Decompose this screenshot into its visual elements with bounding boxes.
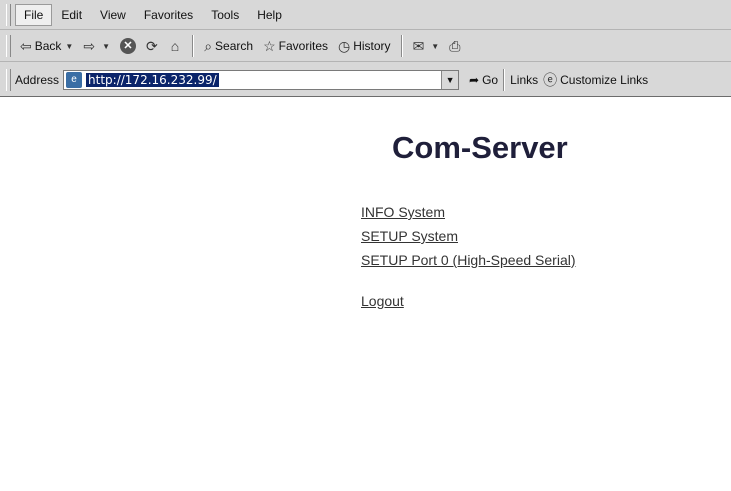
menu-edit[interactable]: Edit	[52, 5, 91, 25]
history-icon: ◷	[338, 38, 351, 54]
home-button[interactable]: ⌂	[166, 34, 187, 58]
info-system-link[interactable]: INFO System	[361, 200, 576, 224]
search-button[interactable]: ⌕ Search	[199, 34, 258, 58]
go-arrow-icon: ➦	[469, 72, 480, 87]
page-content: Com-Server INFO System SETUP System SETU…	[0, 98, 731, 491]
chevron-down-icon[interactable]: ▼	[431, 42, 439, 51]
menu-view[interactable]: View	[91, 5, 135, 25]
back-arrow-icon: ⇦	[20, 38, 32, 54]
home-icon: ⌂	[170, 38, 180, 54]
back-label: Back	[34, 39, 62, 53]
menu-file[interactable]: File	[15, 3, 53, 26]
customize-links-button[interactable]: ⓔ Customize Links	[538, 68, 653, 92]
page-icon: e	[66, 71, 83, 88]
go-button[interactable]: ➦ Go	[469, 73, 498, 87]
favorites-label: Favorites	[278, 39, 328, 53]
toolbar-grip[interactable]	[6, 68, 11, 91]
refresh-icon: ⟳	[146, 38, 158, 54]
links-label[interactable]: Links	[510, 73, 538, 87]
mail-button[interactable]: ✉ ▼	[408, 34, 445, 58]
address-dropdown-icon[interactable]: ▼	[441, 70, 459, 89]
menu-bar: File Edit View Favorites Tools Help	[0, 0, 731, 30]
history-label: History	[353, 39, 391, 53]
menu-favorites[interactable]: Favorites	[135, 5, 202, 25]
search-icon: ⌕	[204, 38, 213, 54]
forward-arrow-icon: ⇨	[83, 38, 96, 54]
address-input[interactable]: e http://172.16.232.99/ ▼	[63, 69, 460, 90]
address-label: Address	[15, 72, 60, 87]
history-button[interactable]: ◷ History	[333, 34, 396, 58]
address-url[interactable]: http://172.16.232.99/	[86, 72, 219, 87]
mail-icon: ✉	[412, 38, 425, 54]
page-title: Com-Server	[392, 130, 568, 165]
menu-help[interactable]: Help	[248, 5, 291, 25]
toolbar-separator	[400, 35, 403, 57]
toolbar-separator	[503, 68, 506, 91]
browser-chrome: File Edit View Favorites Tools Help ⇦ Ba…	[0, 0, 731, 97]
print-icon: ⎙	[449, 38, 461, 54]
toolbar-grip[interactable]	[6, 3, 11, 26]
go-label: Go	[482, 72, 499, 87]
favorites-button[interactable]: ☆ Favorites	[258, 34, 333, 58]
chevron-down-icon[interactable]: ▼	[102, 42, 110, 51]
forward-button[interactable]: ⇨ ▼	[78, 34, 115, 58]
favorites-icon: ☆	[263, 38, 276, 54]
chevron-down-icon[interactable]: ▼	[65, 42, 73, 51]
page-icon: ⓔ	[543, 71, 558, 88]
menu-tools[interactable]: Tools	[202, 5, 248, 25]
setup-system-link[interactable]: SETUP System	[361, 224, 576, 248]
refresh-button[interactable]: ⟳	[141, 34, 166, 58]
address-toolbar: Address e http://172.16.232.99/ ▼ ➦ Go L…	[0, 63, 731, 96]
toolbar-separator	[192, 35, 195, 57]
toolbar-grip[interactable]	[6, 35, 11, 57]
print-button[interactable]: ⎙	[444, 34, 468, 58]
stop-button[interactable]: ✕	[115, 34, 141, 58]
search-label: Search	[215, 39, 254, 53]
nav-links: INFO System SETUP System SETUP Port 0 (H…	[361, 200, 576, 313]
standard-toolbar: ⇦ Back ▼ ⇨ ▼ ✕ ⟳ ⌂ ⌕ Search ☆ Favorites …	[0, 31, 731, 62]
stop-icon: ✕	[120, 38, 136, 54]
back-button[interactable]: ⇦ Back ▼	[15, 34, 78, 58]
setup-port-link[interactable]: SETUP Port 0 (High-Speed Serial)	[361, 248, 576, 272]
customize-links-label: Customize Links	[560, 72, 649, 87]
logout-link[interactable]: Logout	[361, 289, 576, 313]
